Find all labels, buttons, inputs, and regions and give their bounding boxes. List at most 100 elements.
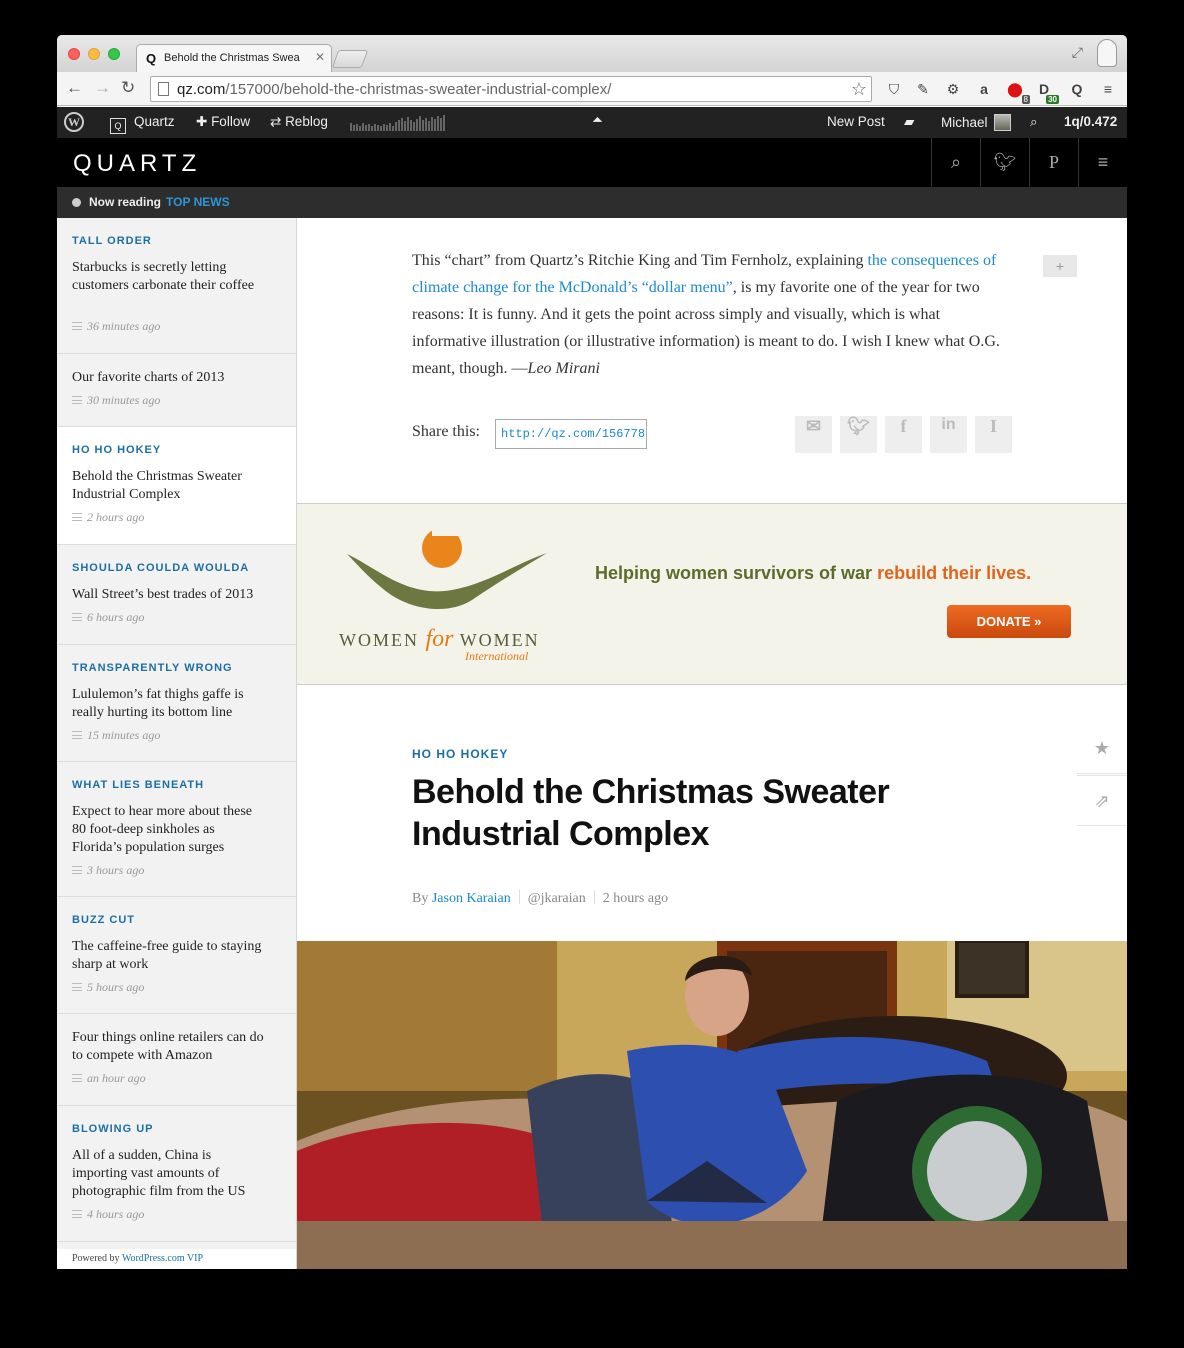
amazon-icon[interactable]: a (975, 80, 993, 98)
tab-title: Behold the Christmas Swea (164, 52, 300, 64)
url-text: qz.com/157000/behold-the-christmas-sweat… (177, 81, 612, 98)
email-share-icon[interactable]: ✉ (795, 416, 832, 453)
profile-icon[interactable] (1097, 39, 1117, 67)
article-icon (72, 396, 82, 404)
sidebar-item[interactable]: Four things online retailers can do to c… (57, 1014, 296, 1106)
now-reading-section[interactable]: TOP NEWS (166, 195, 230, 209)
sidebar-item-title: Behold the Christmas Sweater Industrial … (72, 469, 242, 502)
sidebar-item-time: 3 hours ago (72, 863, 144, 878)
browser-tab[interactable]: Q Behold the Christmas Swea ✕ (136, 44, 332, 72)
forward-icon[interactable]: → (94, 78, 111, 98)
sidebar-item-title: All of a sudden, China is importing vast… (72, 1148, 246, 1199)
site-header: QUARTZ ⌕ 🐦︎ P ≡ (57, 138, 1127, 187)
sidebar-item[interactable]: TRANSPARENTLY WRONG Lululemon’s fat thig… (57, 645, 296, 762)
sidebar-item[interactable]: BLOWING UP All of a sudden, China is imp… (57, 1106, 296, 1242)
article-icon (72, 1210, 82, 1218)
sidebar-item[interactable]: WHAT LIES BENEATH Expect to hear more ab… (57, 762, 296, 897)
linkedin-share-icon[interactable]: in (930, 416, 967, 453)
reblog-icon: ⇄ (270, 114, 286, 129)
advertisement-banner[interactable]: WOMEN for WOMEN International Helping wo… (297, 503, 1127, 685)
fullscreen-icon[interactable]: ⤢ (1072, 44, 1083, 61)
sidebar-item-time: 30 minutes ago (72, 393, 160, 408)
wordpress-vip-link[interactable]: WordPress.com VIP (122, 1253, 203, 1264)
sidebar-item-title: Lululemon’s fat thighs gaffe is really h… (72, 687, 244, 720)
stats-readout[interactable]: 1q/0.472 (1064, 114, 1117, 129)
address-bar[interactable]: qz.com/157000/behold-the-christmas-sweat… (150, 76, 872, 102)
sidebar-item-time: 2 hours ago (72, 510, 144, 525)
menu-icon[interactable]: ≡ (1099, 80, 1117, 98)
toggle-icon[interactable] (72, 198, 81, 207)
article-kicker[interactable]: HO HO HOKEY (412, 747, 508, 761)
reblog-button[interactable]: ⇄ Reblog (270, 114, 328, 130)
twitter-icon[interactable]: 🐦︎ (980, 138, 1029, 187)
tab-close-icon[interactable]: ✕ (315, 50, 325, 64)
article-icon (72, 322, 82, 330)
twitter-handle-link[interactable]: @jkaraian (528, 891, 586, 906)
sidebar-item-time: 15 minutes ago (72, 728, 160, 743)
sidebar-item-kicker: BUZZ CUT (72, 914, 135, 926)
site-logo[interactable]: QUARTZ (73, 150, 201, 178)
quartz-favicon-icon: Q (146, 51, 157, 66)
sidebar-item-kicker: BLOWING UP (72, 1123, 154, 1135)
reload-icon[interactable]: ↻ (121, 78, 135, 98)
article-icon (72, 731, 82, 739)
stop-icon[interactable]: ⬤ 8 (1006, 80, 1030, 104)
instapaper-share-icon[interactable]: I (975, 416, 1012, 453)
notifications-icon[interactable]: ▰ (904, 114, 914, 130)
sidebar-item-kicker: TALL ORDER (72, 235, 152, 247)
p-icon[interactable]: P (1029, 138, 1078, 187)
sidebar-item-title: The caffeine-free guide to staying sharp… (72, 939, 262, 972)
sidebar-item[interactable]: BUZZ CUT The caffeine-free guide to stay… (57, 897, 296, 1014)
pocket-icon[interactable]: ⛉ (885, 80, 903, 98)
favorite-star-icon[interactable]: ★ (1077, 723, 1127, 774)
stats-sparkline[interactable] (349, 114, 446, 131)
back-icon[interactable]: ← (66, 78, 83, 98)
sidebar-item-title: Expect to hear more about these 80 foot-… (72, 804, 252, 855)
bookmark-star-icon[interactable]: ☆ (851, 79, 867, 100)
close-window-button[interactable] (68, 48, 80, 60)
sidebar-item[interactable]: SHOULDA COULDA WOULDA Wall Street’s best… (57, 545, 296, 645)
sidebar: TALL ORDER Starbucks is secretly letting… (57, 218, 297, 1269)
browser-window: Q Behold the Christmas Swea ✕ ⤢ ← → ↻ qz… (57, 35, 1127, 1269)
new-post-button[interactable]: New Post (827, 114, 885, 129)
sidebar-item-kicker: HO HO HOKEY (72, 444, 162, 456)
d-extension-icon[interactable]: D 30 (1035, 80, 1059, 104)
now-reading-label: Now reading (89, 195, 162, 209)
minimize-window-button[interactable] (88, 48, 100, 60)
author-link[interactable]: Jason Karaian (432, 891, 511, 906)
quartz-icon: Q (110, 118, 126, 134)
search-icon[interactable]: ⌕ (1030, 114, 1038, 130)
article-icon (72, 513, 82, 521)
sidebar-item-title: Four things online retailers can do to c… (72, 1030, 264, 1063)
share-icon[interactable]: ⇗ (1077, 775, 1127, 826)
zoom-window-button[interactable] (108, 48, 120, 60)
follow-button[interactable]: ✚ Follow (196, 114, 250, 130)
quote-paragraph: This “chart” from Quartz’s Ritchie King … (412, 252, 1000, 377)
facebook-share-icon[interactable]: f (885, 416, 922, 453)
sidebar-item-time: 5 hours ago (72, 980, 144, 995)
article-time: 2 hours ago (602, 891, 669, 906)
article-title: Behold the Christmas Sweater Industrial … (412, 773, 890, 853)
site-link[interactable]: Q Quartz (110, 114, 175, 134)
ad-logo-subtitle: International (465, 649, 529, 663)
user-menu[interactable]: Michael (941, 114, 1011, 131)
new-tab-button[interactable] (331, 50, 369, 68)
search-icon[interactable]: ⌕ (931, 138, 980, 187)
sidebar-item[interactable]: TALL ORDER Starbucks is secretly letting… (57, 218, 296, 354)
ad-headline: Helping women survivors of war rebuild t… (595, 563, 1032, 583)
sidebar-item-time: 6 hours ago (72, 610, 144, 625)
hamburger-menu-icon[interactable]: ≡ (1078, 138, 1127, 187)
sidebar-item[interactable]: Our favorite charts of 2013 30 minutes a… (57, 354, 296, 427)
collapse-bar-icon[interactable]: ⏶ (592, 112, 603, 128)
share-url-field[interactable]: http://qz.com/156778 (495, 419, 647, 449)
quartz-extension-icon[interactable]: Q (1068, 80, 1086, 98)
gear-icon[interactable]: ⚙ (944, 80, 962, 98)
sidebar-item[interactable]: HO HO HOKEY Behold the Christmas Sweater… (57, 427, 296, 545)
twitter-share-icon[interactable]: 🐦︎ (840, 416, 877, 453)
annotation-button[interactable]: + (1043, 255, 1077, 277)
quote-author: Leo Mirani (527, 360, 600, 377)
wordpress-icon[interactable]: W (64, 112, 84, 132)
sidebar-item-kicker: TRANSPARENTLY WRONG (72, 662, 233, 674)
pin-icon[interactable]: ✎ (914, 80, 932, 98)
donate-button[interactable]: DONATE » (947, 605, 1071, 638)
